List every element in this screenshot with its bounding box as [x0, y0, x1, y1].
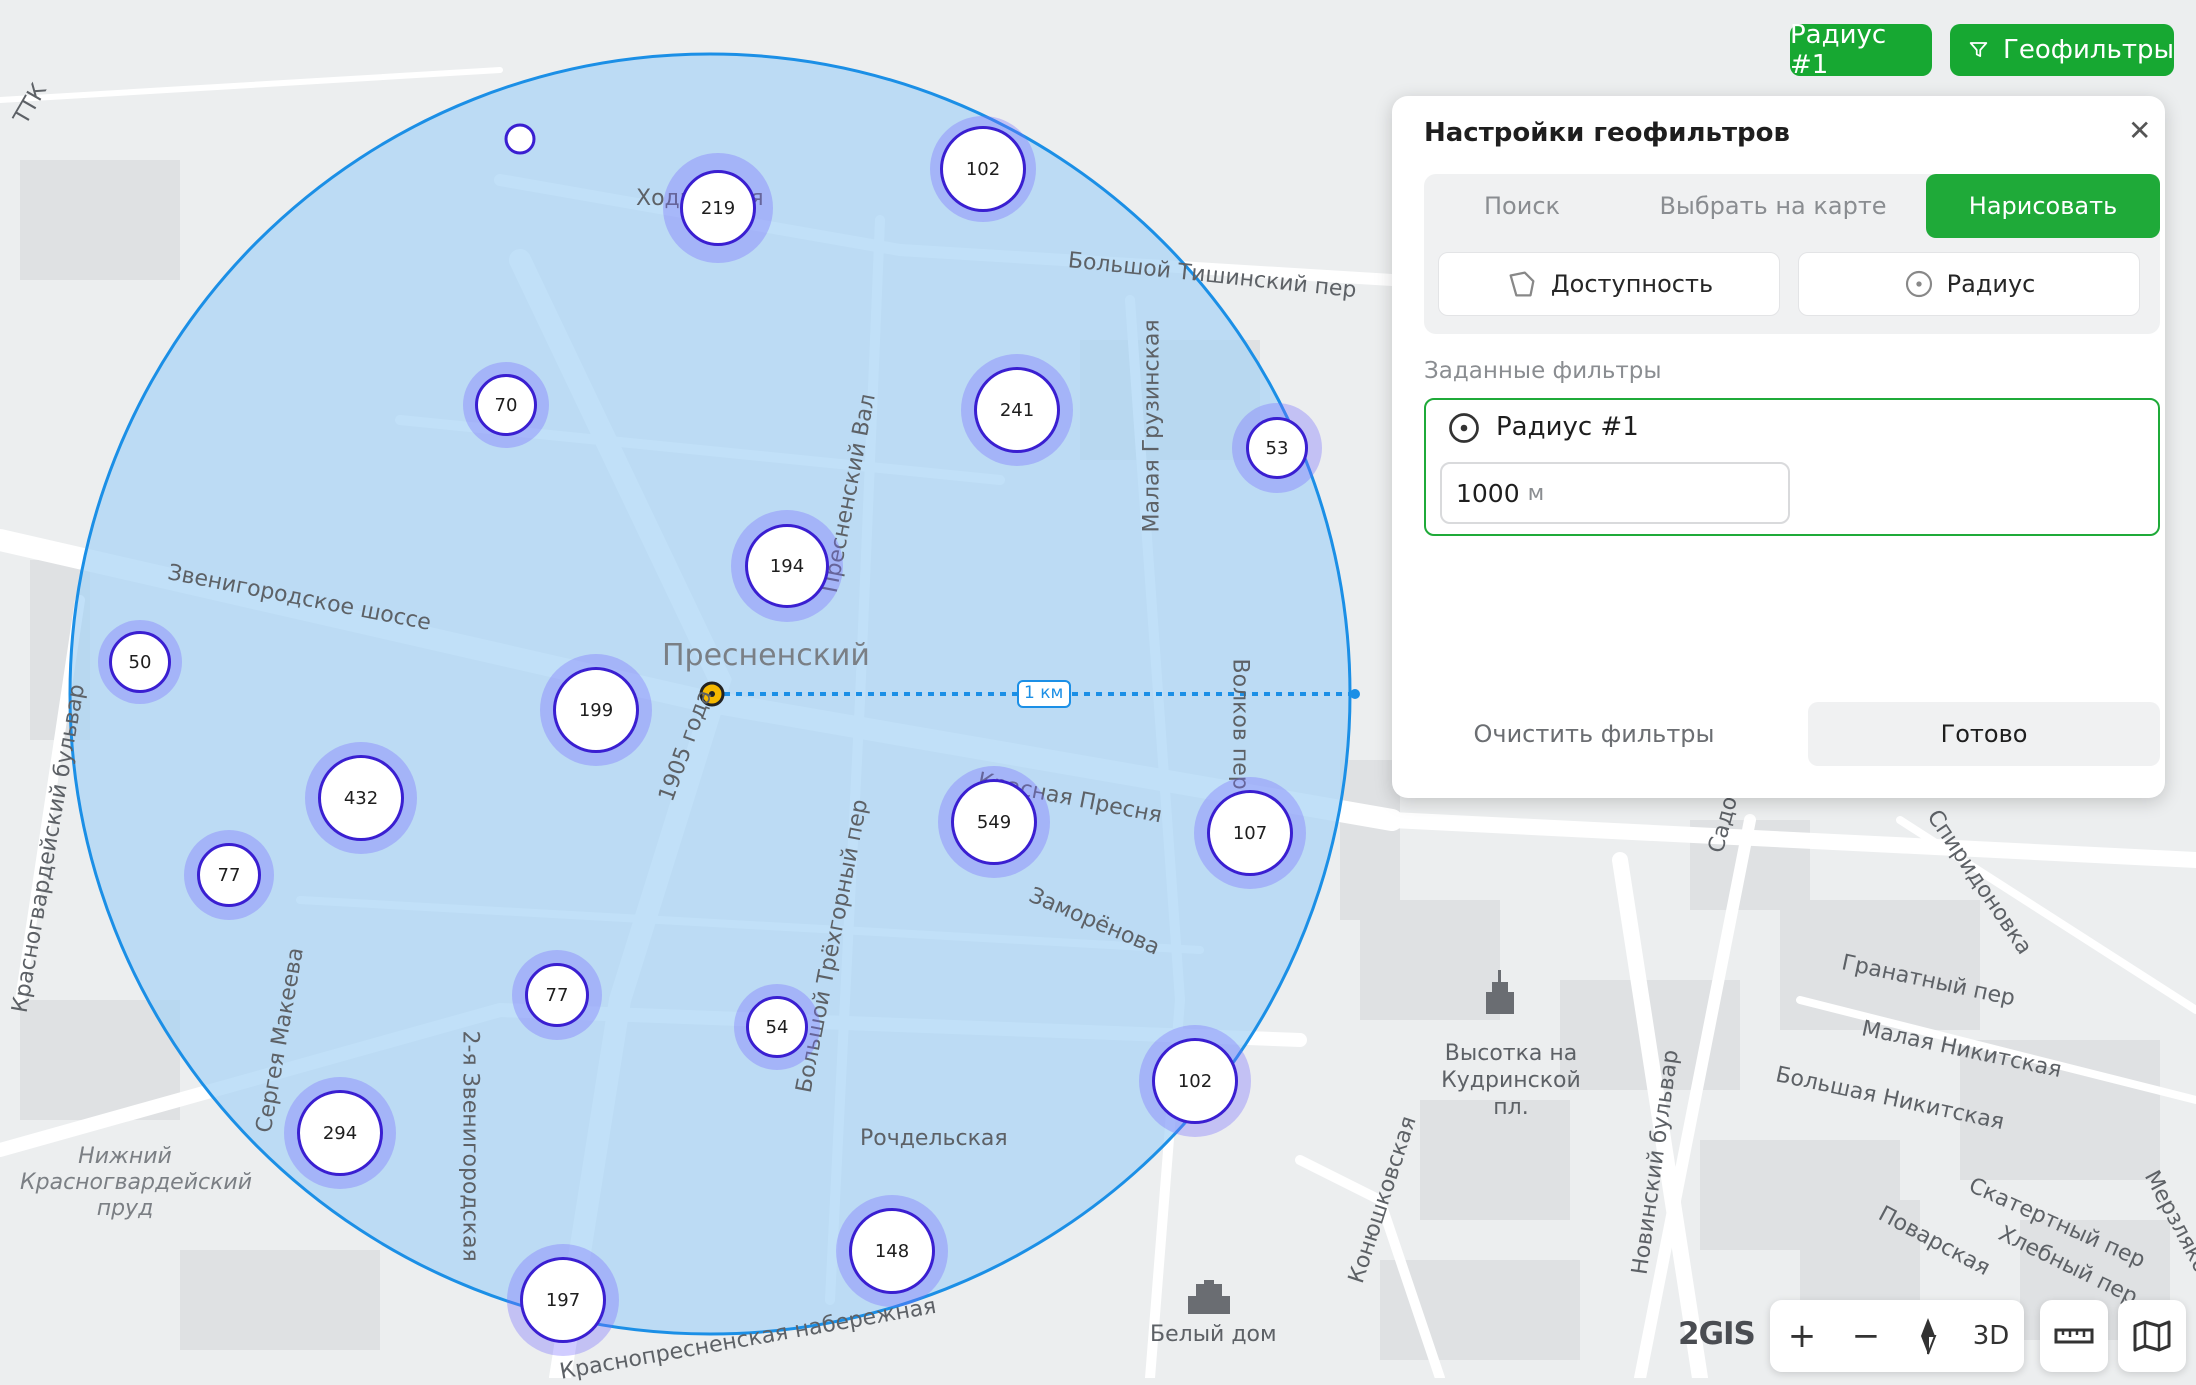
brand-logo: 2GIS	[1678, 1316, 1756, 1352]
radius-icon	[1449, 413, 1479, 443]
cluster-count: 53	[1246, 417, 1308, 479]
panel-title: Настройки геофильтров	[1424, 118, 1790, 148]
cluster-marker[interactable]: 148	[836, 1195, 948, 1307]
geofilters-label: Геофильтры	[2002, 35, 2174, 65]
cluster-count: 241	[974, 367, 1060, 453]
cluster-count: 77	[525, 963, 589, 1027]
cluster-count: 107	[1207, 790, 1293, 876]
radius-value: 1000	[1456, 478, 1520, 508]
zoom-out-button[interactable]: −	[1834, 1300, 1898, 1372]
cluster-marker[interactable]: 294	[284, 1077, 396, 1189]
white-house-label: Белый дом	[1150, 1322, 1277, 1347]
cluster-count: 148	[849, 1208, 935, 1294]
cluster-count: 50	[109, 631, 171, 693]
mode-3d-button[interactable]: 3D	[1958, 1300, 2024, 1372]
geofilters-button[interactable]: Геофильтры	[1950, 24, 2174, 76]
cluster-marker[interactable]: 77	[512, 950, 602, 1040]
radius-unit: м	[1527, 480, 1545, 506]
street-label: Малая Грузинская	[1139, 319, 1165, 533]
cluster-marker[interactable]: 77	[184, 830, 274, 920]
filter-card[interactable]: Радиус #1 1000 м	[1424, 398, 2160, 536]
map-controls: + − 3D	[1770, 1300, 2024, 1372]
cluster-marker[interactable]: 549	[938, 766, 1050, 878]
cluster-count: 102	[1152, 1038, 1238, 1124]
ruler-button[interactable]	[2040, 1300, 2108, 1372]
cluster-marker[interactable]: 102	[930, 116, 1036, 222]
point-marker	[504, 123, 536, 155]
cluster-count: 102	[940, 126, 1026, 212]
cluster-marker[interactable]: 432	[305, 742, 417, 854]
accessibility-button[interactable]: Доступность	[1438, 252, 1780, 316]
filter-icon	[1969, 42, 1988, 57]
cluster-marker[interactable]: 219	[663, 153, 773, 263]
clear-filters-button[interactable]: Очистить фильтры	[1424, 702, 1764, 766]
filter-name: Радиус #1	[1496, 412, 1639, 442]
radius-button[interactable]: Радиус	[1798, 252, 2140, 316]
radius-value-field[interactable]: 1000 м	[1440, 462, 1790, 524]
layers-button[interactable]	[2118, 1300, 2186, 1372]
ruler-icon	[2054, 1328, 2094, 1344]
pond-label: Нижний Красногвардейский пруд	[20, 1144, 252, 1221]
cluster-count: 219	[680, 170, 756, 246]
cluster-count: 432	[318, 755, 404, 841]
tab-select-on-map[interactable]: Выбрать на карте	[1620, 174, 1926, 238]
cluster-marker[interactable]: 197	[507, 1244, 619, 1356]
cluster-marker[interactable]: 50	[98, 620, 182, 704]
cluster-marker[interactable]: 54	[734, 984, 820, 1070]
cluster-marker[interactable]: 102	[1139, 1025, 1251, 1137]
cluster-marker[interactable]: 70	[463, 362, 549, 448]
mode-selector: Поиск Выбрать на карте Нарисовать Доступ…	[1424, 174, 2160, 334]
cluster-count: 549	[951, 779, 1037, 865]
cluster-marker[interactable]: 241	[961, 354, 1073, 466]
zoom-in-button[interactable]: +	[1770, 1300, 1834, 1372]
cluster-count: 70	[475, 374, 537, 436]
cluster-count: 294	[297, 1090, 383, 1176]
radius-icon	[1905, 270, 1932, 298]
cluster-count: 194	[745, 524, 829, 608]
street-label: Рочдельская	[860, 1126, 1008, 1151]
district-label: Пресненский	[662, 638, 870, 673]
tab-search[interactable]: Поиск	[1424, 174, 1620, 238]
cluster-marker[interactable]: 107	[1194, 777, 1306, 889]
compass-icon[interactable]	[1898, 1300, 1958, 1372]
cluster-count: 77	[197, 843, 261, 907]
filters-heading: Заданные фильтры	[1424, 358, 1662, 384]
street-label: 2-я Звенигородская	[457, 1030, 483, 1262]
white-house-icon	[1188, 1280, 1230, 1314]
polygon-icon	[1509, 271, 1535, 297]
radius-label: Радиус	[1946, 270, 2036, 298]
cluster-count: 197	[520, 1257, 606, 1343]
cluster-marker[interactable]: 53	[1232, 403, 1322, 493]
accessibility-label: Доступность	[1550, 270, 1714, 298]
scale-label: 1 км	[1024, 683, 1064, 703]
cluster-count: 199	[553, 667, 639, 753]
cluster-marker[interactable]: 199	[540, 654, 652, 766]
cluster-count: 54	[746, 996, 808, 1058]
done-button[interactable]: Готово	[1808, 702, 2160, 766]
skyscraper-label: Высотка на Кудринской пл.	[1441, 1041, 1581, 1120]
radius-chip[interactable]: Радиус #1	[1790, 20, 1932, 80]
tab-draw[interactable]: Нарисовать	[1926, 174, 2160, 238]
map-layers-icon	[2133, 1320, 2171, 1352]
close-icon[interactable]: ✕	[2128, 114, 2151, 147]
radius-chip-label: Радиус #1	[1790, 20, 1887, 80]
street-label: Волков пер	[1227, 658, 1253, 790]
geofilter-settings-panel: Настройки геофильтров ✕ Поиск Выбрать на…	[1392, 96, 2165, 798]
cluster-marker[interactable]: 194	[731, 510, 843, 622]
